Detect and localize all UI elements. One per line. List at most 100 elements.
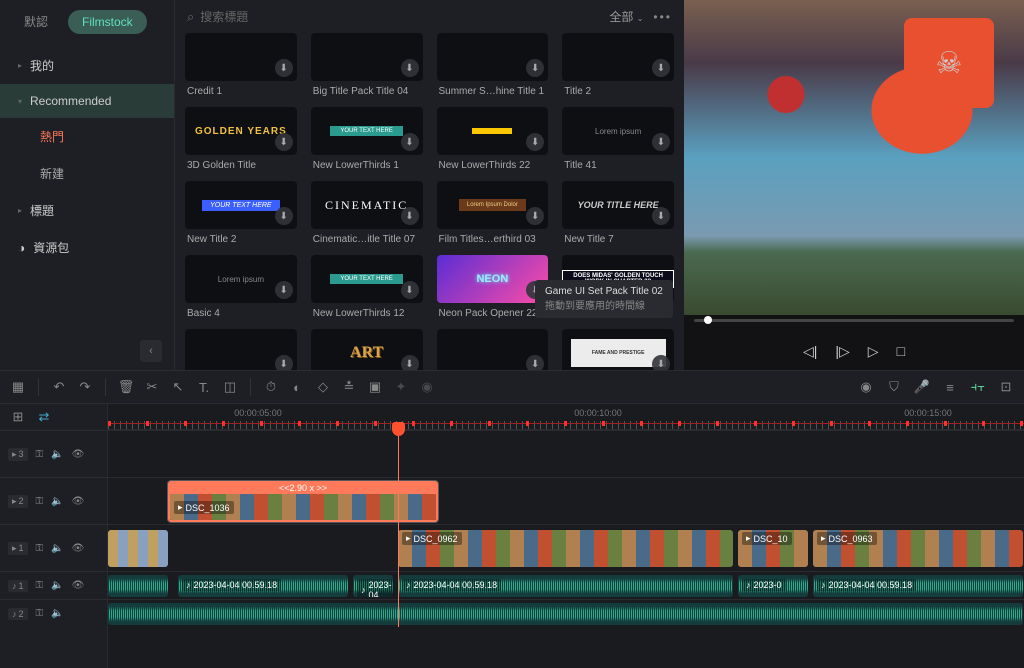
download-icon[interactable]: ⬇ — [401, 133, 419, 151]
mixer-icon[interactable]: ≡ — [942, 379, 958, 395]
clip-v1-b[interactable]: ▸DSC_10 — [738, 530, 808, 567]
render-icon[interactable]: ◉ — [858, 379, 874, 395]
undo-button[interactable]: ↶ — [51, 379, 67, 395]
clip-v1-a[interactable]: ▸DSC_0962 — [398, 530, 733, 567]
track-v2[interactable]: <<2.90 x >>✂ ▸DSC_1036 — [108, 477, 1024, 524]
clip-v1-c[interactable]: ▸DSC_0963 — [813, 530, 1023, 567]
title-card[interactable]: Lorem Ipsum Dolor⬇Film Titles…erthird 03 — [437, 181, 549, 245]
track-header-a1[interactable]: ♪1 ⚿ 🔈 👁 — [0, 571, 107, 599]
lock-icon[interactable]: ⚿ — [36, 608, 44, 619]
shield-icon[interactable]: ⛉ — [886, 379, 902, 395]
timeline-ruler[interactable]: 00:00:05:00 00:00:10:00 00:00:15:00 — [108, 404, 1024, 430]
audio-clip-2a[interactable] — [108, 603, 1023, 625]
tool-grid-icon[interactable]: ▦ — [10, 379, 26, 395]
visibility-icon[interactable]: 👁 — [72, 449, 85, 460]
cut-button[interactable]: ✂ — [144, 379, 160, 395]
title-card[interactable]: YOUR TEXT HERE⬇New Title 2 — [185, 181, 297, 245]
audio-clip-1a[interactable] — [108, 575, 168, 597]
keyframe-tool[interactable]: ◇ — [315, 379, 331, 395]
link-icon[interactable]: ⇄ — [36, 409, 52, 425]
redo-button[interactable]: ↷ — [77, 379, 93, 395]
title-card[interactable]: YOUR TITLE HERE⬇New Title 7 — [562, 181, 674, 245]
download-icon[interactable]: ⬇ — [652, 59, 670, 77]
audio-clip-1b[interactable]: ♪2023-04-04 00.59.18 — [178, 575, 348, 597]
mute-icon[interactable]: 🔈 — [51, 449, 63, 460]
title-card[interactable]: ⬇Title 2 — [562, 33, 674, 97]
preview-viewport[interactable]: ☠ — [684, 0, 1024, 315]
title-card[interactable]: GOLDEN YEARS⬇3D Golden Title — [185, 107, 297, 171]
color-tool[interactable]: ◐ — [289, 379, 305, 395]
title-card[interactable]: ⬇Credit 1 — [185, 33, 297, 97]
title-card[interactable]: NEON⬇Neon Pack Opener 22 — [437, 255, 549, 319]
delete-button[interactable]: 🗑 — [118, 379, 134, 395]
title-card[interactable]: FAME AND PRESTIGE⬇ — [562, 329, 674, 370]
track-header-a2[interactable]: ♪2 ⚿ 🔈 — [0, 599, 107, 627]
voice-tool[interactable]: ✦ — [393, 379, 409, 395]
clip-thumb[interactable] — [108, 530, 168, 567]
track-v1[interactable]: ▸DSC_0962 ▸DSC_10 ▸DSC_0963 — [108, 524, 1024, 571]
download-icon[interactable]: ⬇ — [652, 207, 670, 225]
visibility-icon[interactable]: 👁 — [72, 580, 85, 591]
audio-clip-1c[interactable]: ♪2023-04 — [353, 575, 393, 597]
lock-icon[interactable]: ⚿ — [36, 580, 44, 591]
track-v3[interactable] — [108, 430, 1024, 477]
download-icon[interactable]: ⬇ — [275, 59, 293, 77]
mute-icon[interactable]: 🔈 — [51, 580, 63, 591]
title-card[interactable]: CINEMATIC⬇Cinematic…itle Title 07 — [311, 181, 423, 245]
download-icon[interactable]: ⬇ — [275, 355, 293, 370]
title-card[interactable]: ⬇New LowerThirds 22 — [437, 107, 549, 171]
crop-tool[interactable]: ◫ — [222, 379, 238, 395]
next-frame-button[interactable]: |▷ — [835, 343, 849, 360]
download-icon[interactable]: ⬇ — [401, 59, 419, 77]
audio-clip-1d[interactable]: ♪2023-04-04 00.59.18 — [398, 575, 733, 597]
download-icon[interactable]: ⬇ — [526, 59, 544, 77]
mute-icon[interactable]: 🔈 — [51, 496, 63, 507]
download-icon[interactable]: ⬇ — [652, 355, 670, 370]
audio-icon[interactable]: ⫞⫟ — [970, 379, 986, 395]
visibility-icon[interactable]: 👁 — [72, 496, 85, 507]
search-input[interactable]: ⌕ 搜索標題 — [187, 8, 601, 25]
title-card[interactable]: Lorem ipsum⬇Title 41 — [562, 107, 674, 171]
track-a1[interactable]: ♪2023-04-04 00.59.18 ♪2023-04 ♪2023-04-0… — [108, 571, 1024, 599]
download-icon[interactable]: ⬇ — [401, 281, 419, 299]
title-card[interactable]: YOUR TEXT HERE⬇New LowerThirds 1 — [311, 107, 423, 171]
filter-dropdown[interactable]: 全部 ⌄ — [609, 8, 643, 25]
adjust-tool[interactable]: ≛ — [341, 379, 357, 395]
download-icon[interactable]: ⬇ — [275, 281, 293, 299]
preview-scrubber[interactable] — [684, 315, 1024, 333]
mask-tool[interactable]: ▣ — [367, 379, 383, 395]
collapse-sidebar-button[interactable]: ‹ — [140, 340, 162, 362]
text-tool[interactable]: T. — [196, 379, 212, 395]
lock-icon[interactable]: ⚿ — [36, 543, 44, 554]
marker-tool[interactable]: ◉ — [419, 379, 435, 395]
tab-default[interactable]: 默認 — [10, 8, 62, 35]
download-icon[interactable]: ⬇ — [526, 207, 544, 225]
add-track-icon[interactable]: ⊞ — [10, 409, 26, 425]
sidebar-item-titles[interactable]: ▸標題 — [0, 192, 174, 229]
prev-frame-button[interactable]: ◁| — [803, 343, 817, 360]
title-card[interactable]: ⬇Big Title Pack Title 04 — [311, 33, 423, 97]
zoom-icon[interactable]: ⊡ — [998, 379, 1014, 395]
timeline-tracks[interactable]: 00:00:05:00 00:00:10:00 00:00:15:00 <<2.… — [108, 404, 1024, 668]
audio-clip-1f[interactable]: ♪2023-04-04 00.59.18 — [813, 575, 1023, 597]
title-card[interactable]: ⬇ — [185, 329, 297, 370]
mic-icon[interactable]: 🎤 — [914, 379, 930, 395]
title-card[interactable]: ART⬇ — [311, 329, 423, 370]
sidebar-item-recommended[interactable]: ▾Recommended — [0, 84, 174, 118]
download-icon[interactable]: ⬇ — [401, 207, 419, 225]
arrow-tool[interactable]: ↖ — [170, 379, 186, 395]
audio-clip-1e[interactable]: ♪2023-0 — [738, 575, 808, 597]
playhead[interactable] — [392, 422, 405, 436]
more-button[interactable]: ••• — [653, 10, 672, 24]
mute-icon[interactable]: 🔈 — [51, 608, 63, 619]
download-icon[interactable]: ⬇ — [652, 133, 670, 151]
title-card[interactable]: ⬇Summer S…hine Title 1 — [437, 33, 549, 97]
speed-tool[interactable]: ⏱ — [263, 379, 279, 395]
download-icon[interactable]: ⬇ — [275, 207, 293, 225]
track-header-v1[interactable]: ▸1 ⚿ 🔈 👁 — [0, 524, 107, 571]
sidebar-item-my[interactable]: ▸我的 — [0, 47, 174, 84]
track-header-v2[interactable]: ▸2 ⚿ 🔈 👁 — [0, 477, 107, 524]
sidebar-item-new[interactable]: 新建 — [0, 155, 174, 192]
title-card[interactable]: YOUR TEXT HERE⬇New LowerThirds 12 — [311, 255, 423, 319]
title-card[interactable]: ⬇ — [437, 329, 549, 370]
